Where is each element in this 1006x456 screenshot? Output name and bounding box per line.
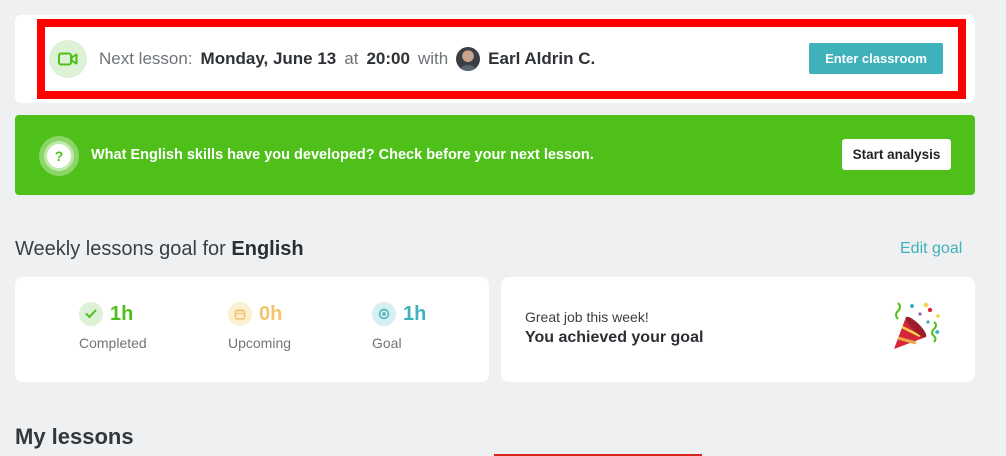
goal-label: Goal — [372, 335, 402, 351]
next-lesson-time: 20:00 — [366, 49, 410, 68]
weekly-goal-prefix: Weekly lessons goal for — [15, 238, 226, 260]
upcoming-label: Upcoming — [228, 335, 292, 351]
check-icon — [79, 302, 103, 326]
stat-completed: 1h Completed — [79, 302, 147, 351]
completed-label: Completed — [79, 335, 147, 351]
party-popper-icon — [894, 302, 940, 349]
with-label: with — [417, 49, 449, 68]
weekly-goal-title: Weekly lessons goal for English — [15, 238, 304, 261]
tutor-avatar[interactable] — [456, 47, 481, 71]
tutor-name[interactable]: Earl Aldrin C. — [488, 49, 595, 69]
start-analysis-button[interactable]: Start analysis — [842, 139, 951, 170]
at-label: at — [344, 49, 359, 68]
target-icon — [372, 302, 396, 326]
achievement-subtitle: Great job this week! — [525, 309, 649, 325]
weekly-goal-language: English — [231, 238, 304, 260]
completed-value: 1h — [110, 302, 134, 325]
goal-value: 1h — [403, 302, 427, 325]
question-icon: ? — [39, 136, 79, 176]
edit-goal-link[interactable]: Edit goal — [900, 240, 962, 258]
achievement-title: You achieved your goal — [525, 329, 704, 346]
video-camera-icon — [49, 40, 87, 78]
calendar-icon — [228, 302, 252, 326]
next-lesson-date: Monday, June 13 — [200, 49, 337, 68]
next-lesson-prefix: Next lesson: — [99, 49, 193, 68]
enter-classroom-button[interactable]: Enter classroom — [809, 43, 943, 74]
my-lessons-title: My lessons — [15, 424, 134, 449]
stat-upcoming: 0h Upcoming — [228, 302, 291, 351]
question-mark: ? — [44, 141, 74, 171]
upcoming-value: 0h — [259, 302, 283, 325]
banner-text: What English skills have you developed? … — [91, 147, 594, 163]
next-lesson-text: Next lesson: Monday, June 13 at 20:00 wi… — [99, 47, 595, 71]
stat-goal: 1h Goal — [372, 302, 426, 351]
